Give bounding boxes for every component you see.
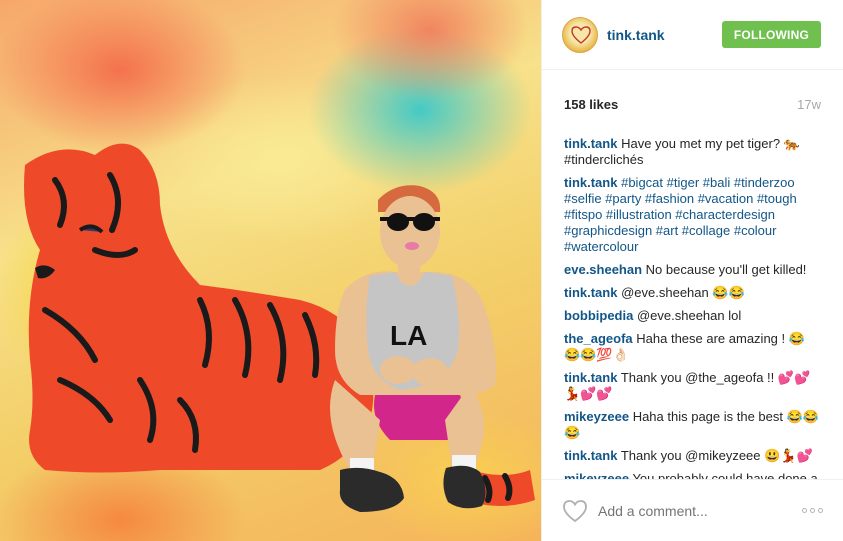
list-item: the_ageofa Haha these are amazing ! 😂😂😂💯…: [564, 331, 821, 363]
likes-count[interactable]: 158 likes: [564, 97, 618, 112]
list-item: tink.tank #bigcat #tiger #bali #tinderzo…: [564, 175, 821, 255]
heart-icon[interactable]: [562, 499, 588, 523]
list-item: mikeyzeee Haha this page is the best 😂😂😂: [564, 409, 821, 441]
comment-text: @eve.sheehan lol: [636, 308, 742, 323]
avatar[interactable]: [562, 16, 598, 53]
list-item: mikeyzeee You probably could have done a…: [564, 471, 821, 479]
comment-text: No because you'll get killed!: [645, 262, 807, 277]
tink-tank-logo-icon: [571, 25, 591, 44]
post-photo[interactable]: LA: [0, 0, 541, 541]
comment-username[interactable]: eve.sheehan: [564, 262, 642, 277]
comment-text: @eve.sheehan 😂😂: [621, 285, 745, 300]
comment-text: Thank you @mikeyzeee 😃💃💕: [620, 448, 813, 463]
list-item: tink.tank Have you met my pet tiger? 🐅 #…: [564, 136, 821, 168]
post-timestamp[interactable]: 17w: [797, 97, 821, 112]
post-meta: 158 likes 17w: [542, 70, 843, 120]
tiger-illustration: LA: [24, 143, 535, 512]
comment-username[interactable]: mikeyzeee: [564, 471, 629, 479]
comment-username[interactable]: tink.tank: [564, 448, 617, 463]
comment-username[interactable]: tink.tank: [564, 136, 617, 151]
comment-username[interactable]: the_ageofa: [564, 331, 633, 346]
list-item: tink.tank Thank you @mikeyzeee 😃💃💕: [564, 448, 821, 464]
list-item: eve.sheehan No because you'll get killed…: [564, 262, 821, 278]
svg-text:LA: LA: [390, 320, 427, 351]
comment-username[interactable]: tink.tank: [564, 175, 617, 190]
post-header: tink.tank FOLLOWING: [542, 0, 843, 70]
comment-username[interactable]: tink.tank: [564, 285, 617, 300]
more-options-icon[interactable]: [802, 508, 823, 513]
list-item: tink.tank Thank you @the_ageofa !! 💕💕💃💕💕: [564, 370, 821, 402]
following-button[interactable]: FOLLOWING: [721, 21, 821, 48]
comment-list[interactable]: tink.tank Have you met my pet tiger? 🐅 #…: [542, 120, 843, 479]
post-username[interactable]: tink.tank: [607, 27, 722, 43]
comment-username[interactable]: bobbipedia: [564, 308, 633, 323]
comment-username[interactable]: mikeyzeee: [564, 409, 629, 424]
list-item: tink.tank @eve.sheehan 😂😂: [564, 285, 821, 301]
post-modal: LA tink.tank FOLLOWING 158 likes 17w tin…: [0, 0, 843, 541]
comment-bar: [542, 479, 843, 541]
post-sidebar: tink.tank FOLLOWING 158 likes 17w tink.t…: [541, 0, 843, 541]
comment-input[interactable]: [598, 502, 802, 519]
comment-username[interactable]: tink.tank: [564, 370, 617, 385]
list-item: bobbipedia @eve.sheehan lol: [564, 308, 821, 324]
